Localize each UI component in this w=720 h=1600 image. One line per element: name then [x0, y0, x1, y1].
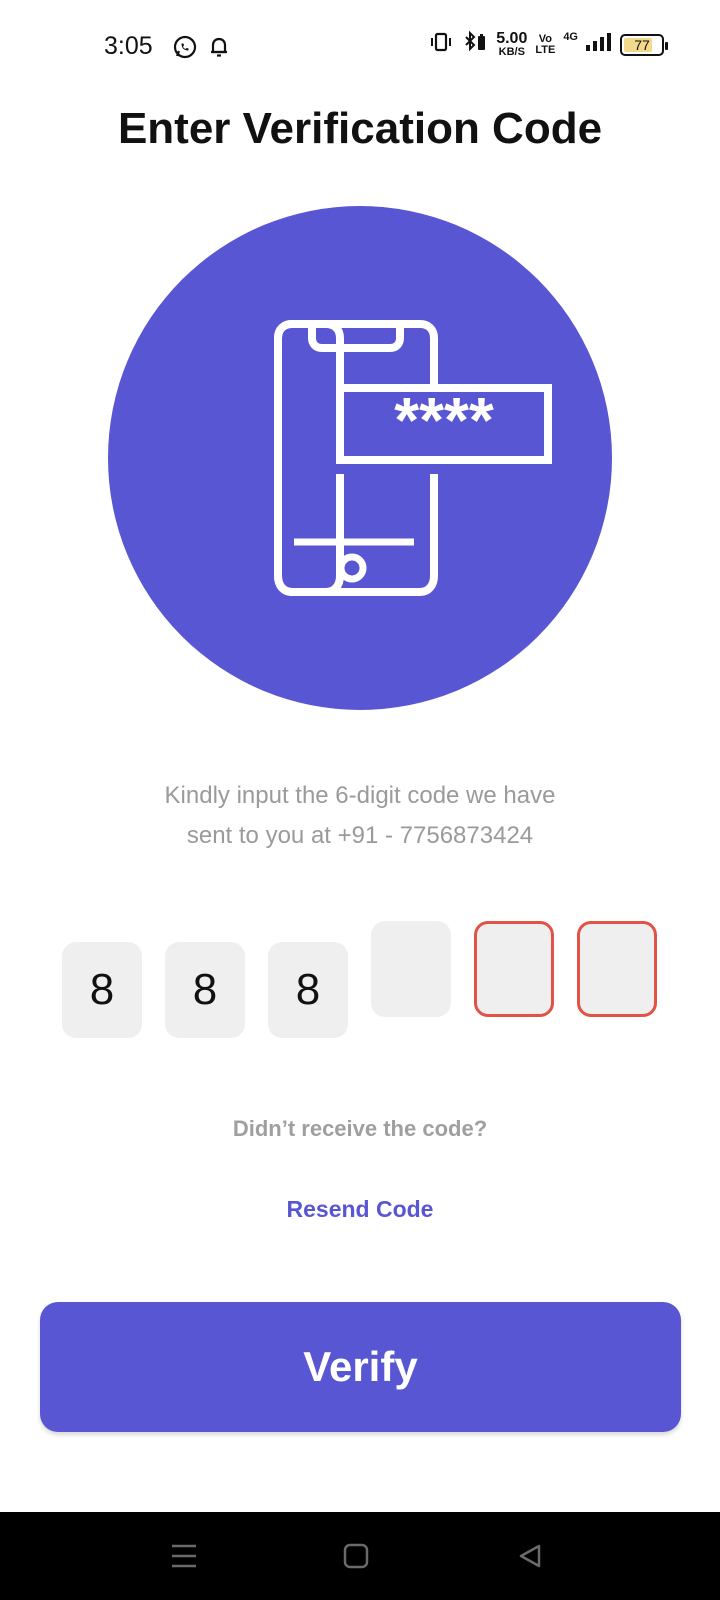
whatsapp-icon	[172, 34, 198, 65]
otp-digit-5[interactable]	[474, 921, 554, 1017]
verify-button[interactable]: Verify	[40, 1302, 681, 1432]
menu-icon[interactable]	[164, 1536, 204, 1576]
otp-input-row: 8 8 8	[0, 0, 720, 1038]
network-speed: 5.00 KB/S	[496, 30, 528, 58]
back-icon[interactable]	[510, 1536, 550, 1576]
vibrate-icon	[428, 31, 454, 58]
home-icon[interactable]	[336, 1536, 376, 1576]
battery-icon: 77	[620, 33, 668, 56]
otp-digit-6[interactable]	[577, 921, 657, 1017]
illustration-svg: ****	[108, 206, 612, 710]
otp-digit-1[interactable]: 8	[62, 942, 142, 1038]
notification-icons	[172, 34, 230, 65]
status-time: 3:05	[104, 32, 153, 60]
status-bar: 3:05 5.00 KB/S Vo LTE 4G 77	[0, 0, 720, 90]
resend-code-link[interactable]: Resend Code	[0, 1196, 720, 1223]
no-code-prompt: Didn’t receive the code?	[232, 1116, 488, 1141]
instruction-line-1: Kindly input the 6-digit code we have	[164, 782, 556, 809]
otp-digit-4[interactable]	[371, 921, 451, 1017]
bell-icon	[208, 35, 230, 64]
navigation-bar	[0, 1512, 720, 1600]
volte-indicator: Vo LTE	[535, 32, 556, 56]
bluetooth-icon	[462, 30, 488, 59]
signal-icon	[586, 31, 612, 58]
system-status-icons: 5.00 KB/S Vo LTE 4G 77	[428, 30, 668, 59]
otp-digit-3[interactable]: 8	[268, 942, 348, 1038]
page-title: Enter Verification Code	[117, 104, 603, 153]
otp-digit-2[interactable]: 8	[165, 942, 245, 1038]
network-type: 4G	[563, 30, 578, 43]
phone-verification-illustration: ****	[108, 206, 612, 710]
masked-code: ****	[394, 384, 494, 456]
verification-screen: 3:05 5.00 KB/S Vo LTE 4G 77 Enter Verifi…	[0, 0, 720, 1600]
instruction-text: Kindly input the 6-digit code we have se…	[60, 776, 660, 856]
instruction-line-2: sent to you at +91 - 7756873424	[186, 822, 534, 849]
